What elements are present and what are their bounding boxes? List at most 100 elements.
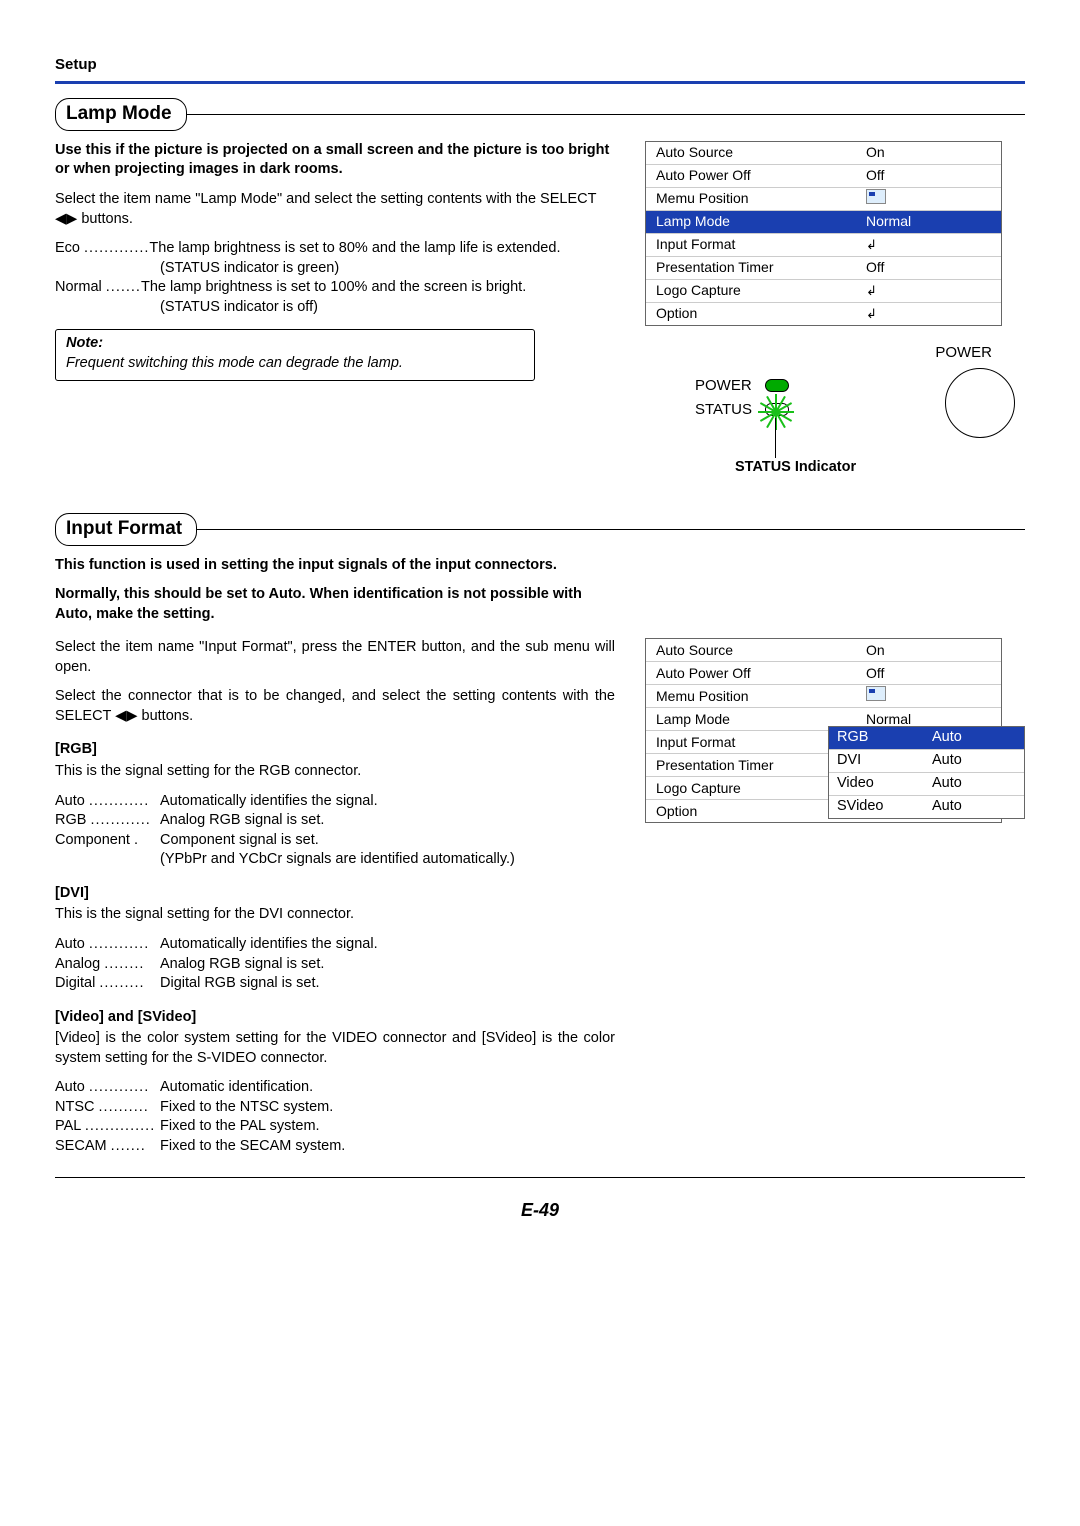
footer-rule <box>55 1177 1025 1178</box>
menu-row[interactable]: Auto Power OffOff <box>646 662 1001 685</box>
eco-body2: (STATUS indicator is green) <box>55 259 615 279</box>
desc-dots: ............ <box>89 1079 149 1095</box>
desc-body: Analog RGB signal is set. <box>160 811 615 831</box>
menu-row-value: On <box>866 641 993 660</box>
submenu-row-label: SVideo <box>837 797 932 817</box>
desc-line: PAL ..............Fixed to the PAL syste… <box>55 1117 615 1137</box>
note-body: Frequent switching this mode can degrade… <box>66 354 524 374</box>
desc-line: Auto ............Automatic identificatio… <box>55 1078 615 1098</box>
menu-row-label: Auto Power Off <box>656 166 866 185</box>
menu-row[interactable]: Input Format <box>646 234 1001 257</box>
desc-term: Component . <box>55 832 138 848</box>
desc-term: RGB <box>55 812 86 828</box>
menu-row-label: Lamp Mode <box>656 212 866 231</box>
input-format-submenu: RGBAutoDVIAutoVideoAutoSVideoAuto <box>828 726 1025 819</box>
desc-body: Automatically identifies the signal. <box>160 792 615 812</box>
input-format-intro1: This function is used in setting the inp… <box>55 556 615 576</box>
desc-line: Auto ............ Automatically identifie… <box>55 935 615 955</box>
power-led-icon <box>765 379 789 392</box>
menu-row-value: Off <box>866 664 993 683</box>
desc-body: Analog RGB signal is set. <box>160 955 615 975</box>
menu-row-value: On <box>866 143 993 162</box>
menu-row[interactable]: Option <box>646 303 1001 325</box>
menu-row-label: Logo Capture <box>656 281 866 300</box>
menu-row[interactable]: Auto SourceOn <box>646 142 1001 165</box>
menu-row[interactable]: Memu Position <box>646 188 1001 211</box>
menu-row[interactable]: Auto Power OffOff <box>646 165 1001 188</box>
desc-body: Fixed to the SECAM system. <box>160 1137 615 1157</box>
eco-dots: ............. <box>84 240 149 256</box>
menu-row[interactable]: Memu Position <box>646 685 1001 708</box>
status-indicator-caption: STATUS Indicator <box>735 458 856 478</box>
desc-body: Automatically identifies the signal. <box>160 935 615 955</box>
video-svideo-desc: [Video] is the color system setting for … <box>55 1029 615 1068</box>
section-rule <box>186 114 1025 115</box>
desc-term: Auto <box>55 793 85 809</box>
normal-term: Normal <box>55 279 102 295</box>
menu-row[interactable]: Logo Capture <box>646 280 1001 303</box>
desc-term: PAL <box>55 1118 81 1134</box>
input-format-desc2: Select the connector that is to be chang… <box>55 687 615 726</box>
desc-dots: ....... <box>111 1138 146 1154</box>
eco-body: The lamp brightness is set to 80% and th… <box>149 239 615 259</box>
menu-row-label: Presentation Timer <box>656 258 866 277</box>
lamp-mode-desc: Select the item name "Lamp Mode" and sel… <box>55 190 615 229</box>
menu-row-label: Input Format <box>656 235 866 254</box>
menu-row-value: Normal <box>866 212 993 231</box>
desc-dots: .............. <box>85 1118 155 1134</box>
input-format-text: This function is used in setting the inp… <box>55 556 615 635</box>
desc-body: Component signal is set. <box>160 831 615 851</box>
menu-row-label: Auto Source <box>656 143 866 162</box>
desc-body: Digital RGB signal is set. <box>160 974 615 994</box>
desc-line: SECAM .......Fixed to the SECAM system. <box>55 1137 615 1157</box>
menu-row[interactable]: Presentation TimerOff <box>646 257 1001 280</box>
section-title-lamp-mode: Lamp Mode <box>55 98 187 131</box>
menu-row-label: Memu Position <box>656 189 866 208</box>
menu-row-label: Auto Power Off <box>656 664 866 683</box>
power-label-top: POWER <box>935 343 992 363</box>
normal-body: The lamp brightness is set to 100% and t… <box>141 278 615 298</box>
menu-row-value <box>866 189 993 209</box>
desc-term: Analog <box>55 956 100 972</box>
menu-row-value <box>866 235 993 254</box>
submenu-row-label: RGB <box>837 728 932 748</box>
menu-row-label: Memu Position <box>656 687 866 706</box>
input-format-intro2: Normally, this should be set to Auto. Wh… <box>55 585 615 624</box>
submenu-row-label: Video <box>837 774 932 794</box>
submenu-row[interactable]: DVIAuto <box>829 750 1024 773</box>
page-number: E-49 <box>55 1198 1025 1222</box>
desc-dots: .......... <box>99 1099 149 1115</box>
desc-line: Analog ........Analog RGB signal is set. <box>55 955 615 975</box>
submenu-row-value: Auto <box>932 797 1016 817</box>
desc-line: RGB ............Analog RGB signal is set… <box>55 811 615 831</box>
submenu-row[interactable]: RGBAuto <box>829 727 1024 750</box>
desc-dots: ............ <box>89 936 149 952</box>
desc-body: Fixed to the NTSC system. <box>160 1098 615 1118</box>
position-icon <box>866 189 886 204</box>
desc-term: Auto <box>55 936 85 952</box>
menu-row[interactable]: Lamp ModeNormal <box>646 211 1001 234</box>
submenu-row[interactable]: VideoAuto <box>829 773 1024 796</box>
enter-icon <box>866 281 880 291</box>
submenu-row[interactable]: SVideoAuto <box>829 796 1024 818</box>
menu-row[interactable]: Auto SourceOn <box>646 639 1001 662</box>
desc-line: Auto ............Automatically identifie… <box>55 792 615 812</box>
submenu-row-value: Auto <box>932 774 1016 794</box>
dvi-header: [DVI] <box>55 884 615 904</box>
dvi-desc: This is the signal setting for the DVI c… <box>55 905 615 925</box>
breadcrumb: Setup <box>55 55 1025 75</box>
desc-term: NTSC <box>55 1099 94 1115</box>
menu-row-value <box>866 281 993 300</box>
enter-icon <box>866 304 880 314</box>
eco-term: Eco <box>55 240 80 256</box>
note-box: Note: Frequent switching this mode can d… <box>55 329 535 380</box>
normal-line: Normal ....... The lamp brightness is se… <box>55 278 615 298</box>
desc-dots: ......... <box>99 975 144 991</box>
header-rule <box>55 81 1025 84</box>
section-heading-row: Lamp Mode <box>55 98 1025 131</box>
desc-term: Digital <box>55 975 95 991</box>
indicator-pointer-line <box>775 418 776 458</box>
setup-menu-lamp: Auto SourceOnAuto Power OffOffMemu Posit… <box>645 141 1002 326</box>
position-icon <box>866 686 886 701</box>
lamp-mode-intro: Use this if the picture is projected on … <box>55 141 615 180</box>
